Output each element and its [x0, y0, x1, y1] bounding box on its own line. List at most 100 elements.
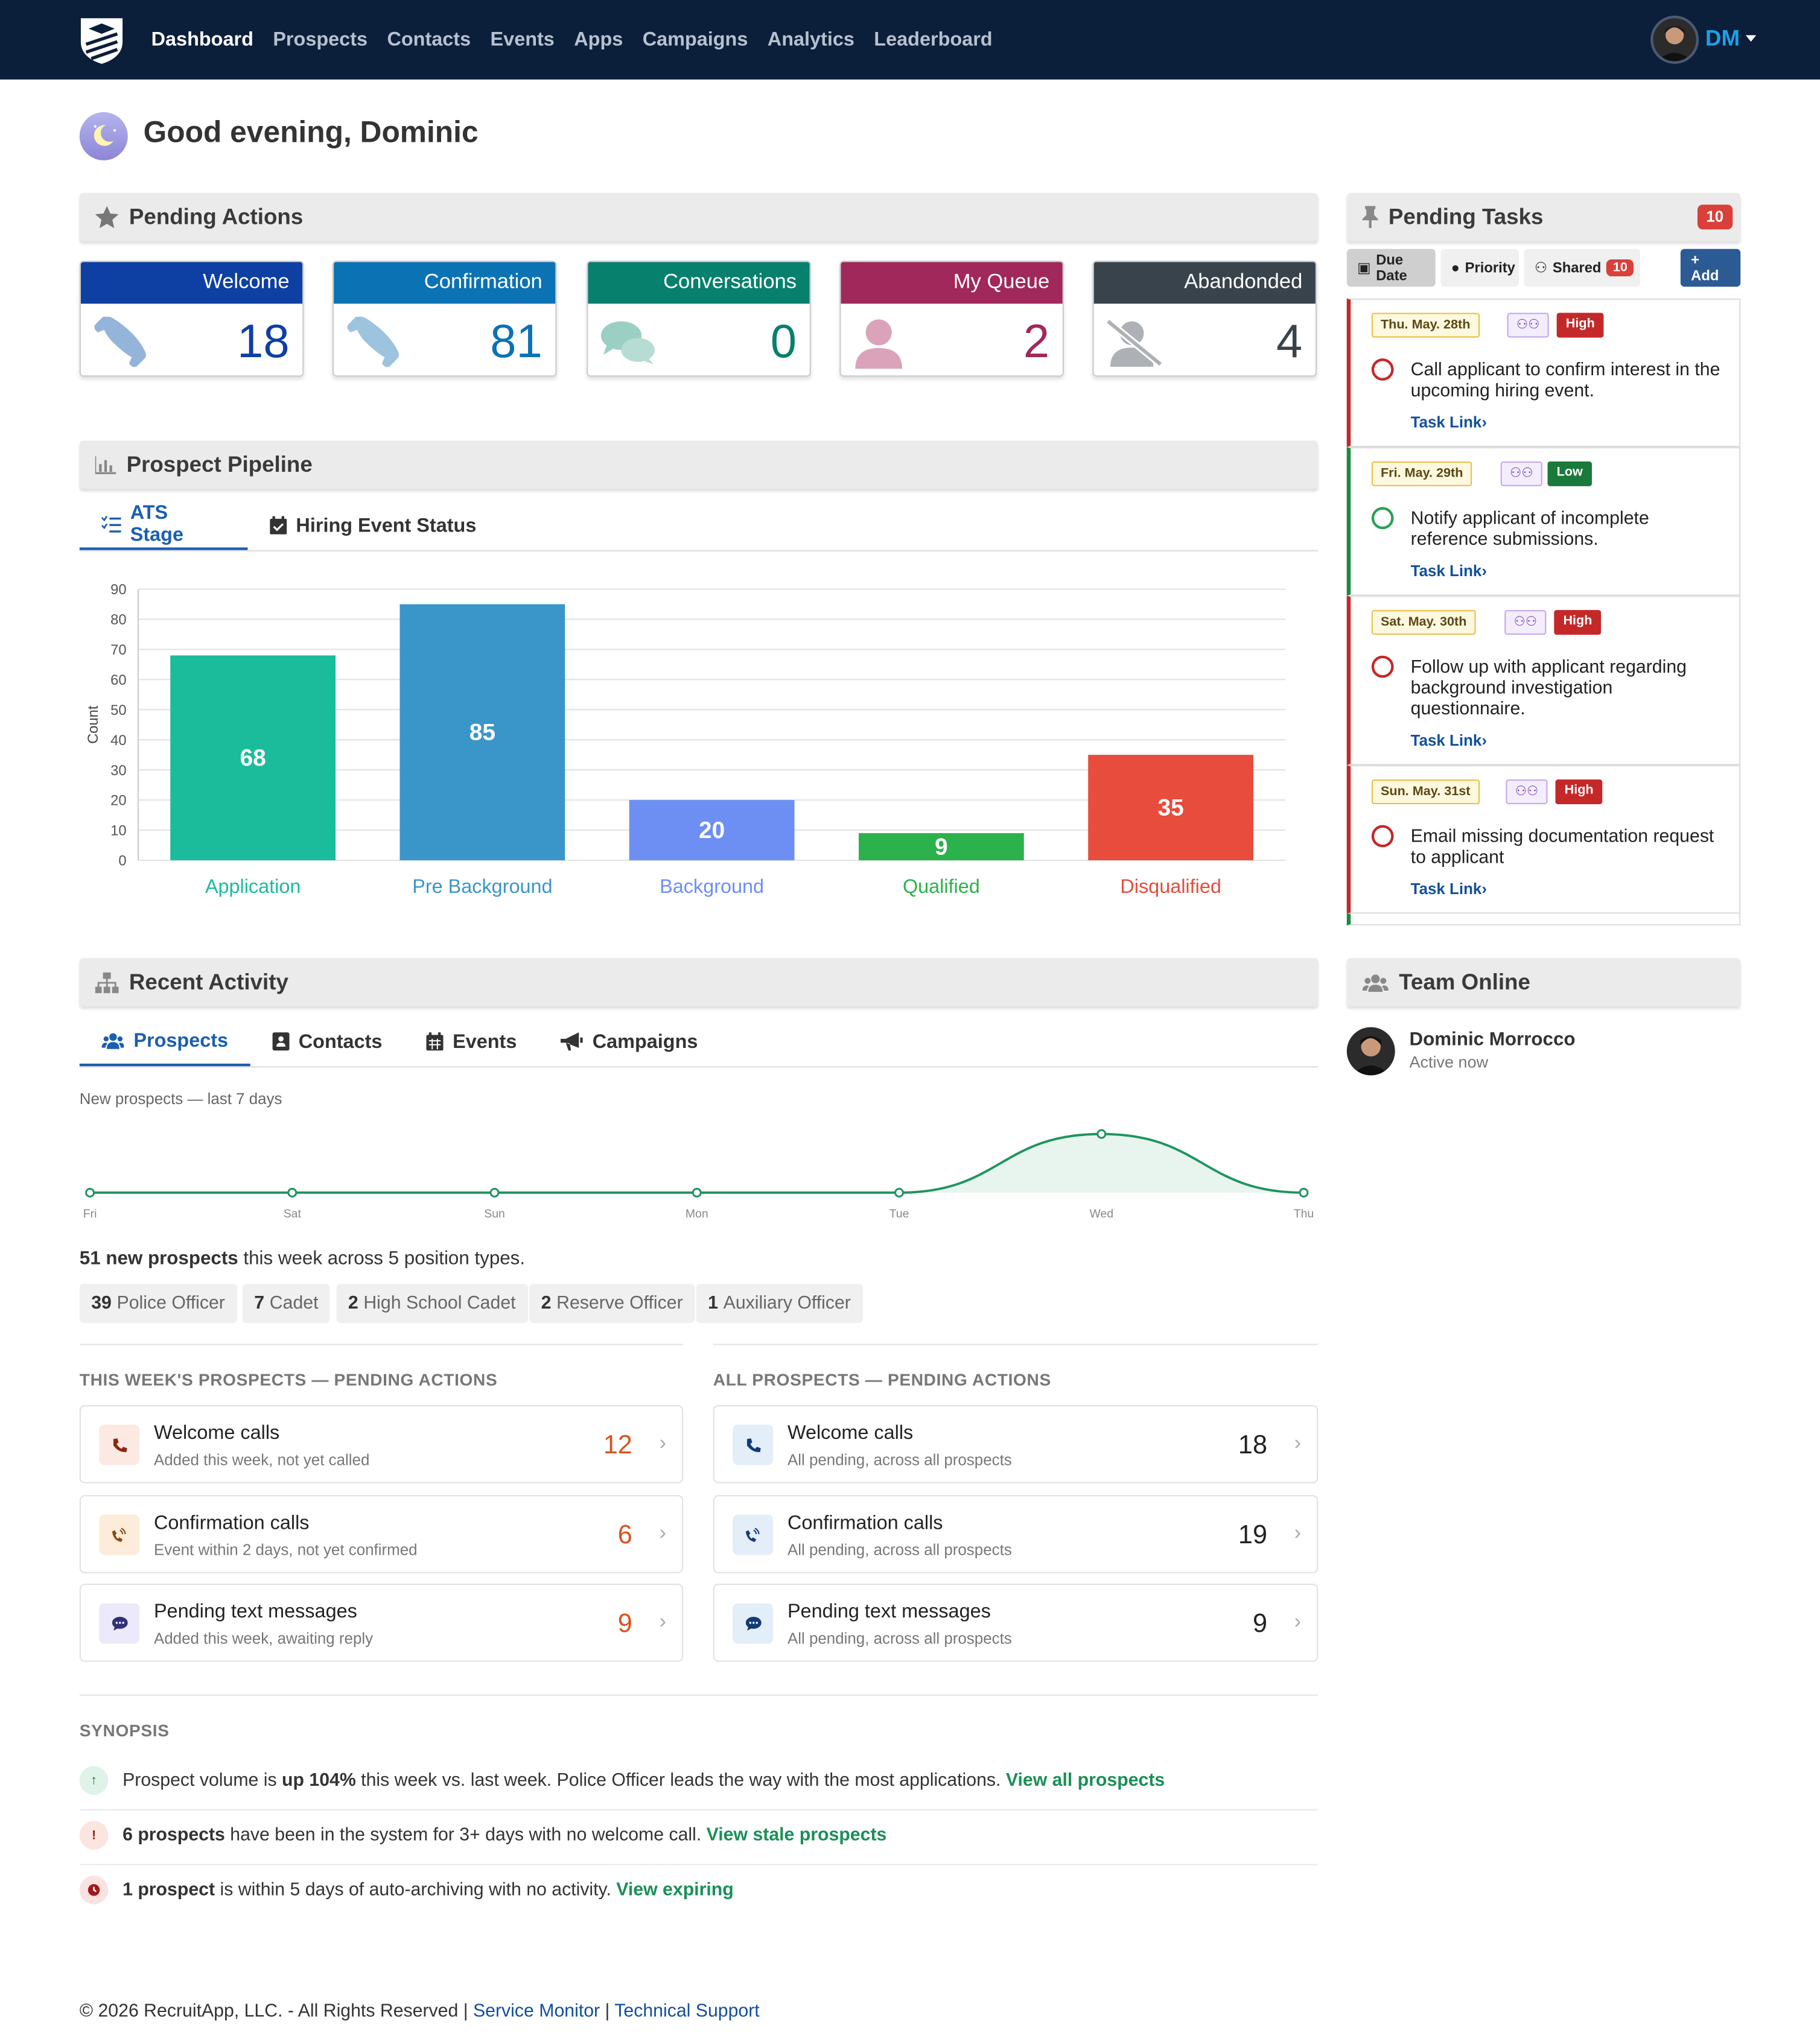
sort-due-date-button[interactable]: ▣ Due Date	[1346, 249, 1436, 287]
y-tick-label: 90	[110, 582, 126, 598]
all-pending-texts-row[interactable]: Pending text messages All pending, acros…	[713, 1584, 1319, 1662]
week-welcome-calls-row[interactable]: Welcome calls Added this week, not yet c…	[79, 1405, 684, 1484]
y-tick-label: 0	[118, 853, 126, 869]
row-title: Welcome calls	[787, 1422, 914, 1444]
kpi-value: 0	[770, 314, 797, 368]
x-tick-label: Pre Background	[412, 875, 552, 897]
task-link[interactable]: Task Link›	[1411, 562, 1487, 580]
position-pill[interactable]: 2 Reserve Officer	[529, 1284, 695, 1323]
position-pill[interactable]: 1 Auxiliary Officer	[696, 1284, 863, 1323]
all-welcome-calls-row[interactable]: Welcome calls All pending, across all pr…	[713, 1405, 1319, 1484]
tab-events[interactable]: Events	[404, 1017, 539, 1066]
star-icon	[95, 206, 119, 229]
tab-contacts[interactable]: Contacts	[250, 1017, 404, 1066]
pill-count: 2	[541, 1292, 552, 1313]
service-monitor-link[interactable]: Service Monitor	[473, 1999, 600, 2020]
user-initials[interactable]: DM	[1705, 26, 1740, 52]
task-link[interactable]: Task Link›	[1411, 880, 1487, 898]
tab-label: Contacts	[298, 1030, 383, 1053]
calendar-check-icon	[270, 516, 287, 535]
task-item[interactable]: Sat. May. 30th ⚇⚇ High Follow up with ap…	[1346, 595, 1741, 766]
shared-filter-button[interactable]: ⚇ Shared 10	[1524, 249, 1640, 287]
position-pill[interactable]: 39 Police Officer	[79, 1284, 237, 1323]
y-tick-label: 70	[110, 642, 126, 658]
sparkline-point	[1299, 1187, 1309, 1198]
pill-count: 39	[91, 1292, 112, 1313]
nav-dashboard[interactable]: Dashboard	[151, 29, 253, 51]
logo-icon[interactable]	[78, 16, 126, 65]
task-item[interactable]: Thu. May. 28th ⚇⚇ High Call applicant to…	[1346, 298, 1741, 448]
task-complete-checkbox[interactable]	[1371, 358, 1394, 381]
task-complete-checkbox[interactable]	[1371, 507, 1394, 530]
x-tick-label: Fri	[83, 1207, 97, 1220]
task-item[interactable]: Sun. May. 31st ⚇⚇ High Email missing doc…	[1346, 765, 1741, 914]
x-tick-label: Wed	[1089, 1207, 1113, 1220]
kpi-card-confirmation[interactable]: Confirmation 81	[332, 261, 557, 377]
task-link[interactable]: Task Link›	[1411, 413, 1487, 431]
nav-analytics[interactable]: Analytics	[768, 29, 854, 51]
kpi-value: 2	[1023, 314, 1050, 368]
kpi-card-welcome[interactable]: Welcome 18	[79, 261, 304, 377]
week-confirmation-calls-row[interactable]: Confirmation calls Event within 2 days, …	[79, 1495, 684, 1573]
sparkline-point	[287, 1187, 298, 1198]
technical-support-link[interactable]: Technical Support	[614, 1999, 759, 2020]
users-icon: ⚇⚇	[1507, 313, 1549, 338]
tab-campaigns[interactable]: Campaigns	[539, 1017, 720, 1066]
y-tick-label: 50	[110, 702, 126, 719]
kpi-card-my-queue[interactable]: My Queue 2	[839, 261, 1064, 377]
all-confirmation-calls-row[interactable]: Confirmation calls All pending, across a…	[713, 1495, 1319, 1573]
x-tick-label: Background	[660, 875, 764, 897]
row-subtitle: Added this week, not yet called	[153, 1450, 370, 1469]
tab-label: Prospects	[133, 1029, 229, 1052]
task-due-date: Fri. May. 29th	[1371, 461, 1472, 486]
nav-contacts[interactable]: Contacts	[387, 29, 471, 51]
sparkline-point	[1096, 1129, 1107, 1139]
nav-leaderboard[interactable]: Leaderboard	[874, 29, 992, 51]
kpi-card-abandoned[interactable]: Abandonded 4	[1092, 261, 1317, 377]
nav-prospects[interactable]: Prospects	[273, 29, 368, 51]
pill-count: 7	[254, 1292, 265, 1313]
task-link[interactable]: Task Link›	[1411, 731, 1487, 749]
sort-priority-button[interactable]: ● Priority	[1440, 249, 1519, 287]
view-all-prospects-link[interactable]: View all prospects	[1006, 1769, 1165, 1790]
exclamation-icon: !	[79, 1821, 109, 1850]
kpi-label: Abandonded	[1093, 262, 1316, 304]
nav-campaigns[interactable]: Campaigns	[643, 29, 748, 51]
team-member-name[interactable]: Dominic Morrocco	[1410, 1030, 1576, 1051]
phone-icon	[733, 1424, 774, 1465]
view-stale-prospects-link[interactable]: View stale prospects	[707, 1824, 887, 1845]
team-member-avatar[interactable]	[1346, 1027, 1395, 1076]
chevron-down-icon[interactable]	[1745, 35, 1757, 42]
users-icon: ⚇⚇	[1504, 610, 1547, 635]
add-task-button[interactable]: + Add	[1680, 249, 1741, 287]
nav-apps[interactable]: Apps	[574, 29, 623, 51]
task-complete-checkbox[interactable]	[1371, 825, 1394, 848]
nav-events[interactable]: Events	[491, 29, 555, 51]
section-title: Recent Activity	[129, 969, 288, 994]
pill-label: High School Cadet	[363, 1292, 516, 1313]
tab-ats-stage[interactable]: ATS Stage	[79, 501, 248, 550]
list-check-icon	[101, 515, 121, 532]
tab-hiring-event-status[interactable]: Hiring Event Status	[247, 501, 498, 550]
kpi-card-conversations[interactable]: Conversations 0	[587, 261, 811, 377]
tab-label: Hiring Event Status	[296, 514, 477, 537]
view-expiring-link[interactable]: View expiring	[616, 1878, 733, 1899]
synopsis-item: ! 6 prospects have been in the system fo…	[79, 1811, 1319, 1865]
user-avatar[interactable]	[1650, 15, 1699, 64]
y-tick-label: 80	[110, 612, 126, 628]
position-pill[interactable]: 7 Cadet	[242, 1284, 330, 1323]
greeting-title: Good evening, Dominic	[143, 115, 479, 149]
week-pending-texts-row[interactable]: Pending text messages Added this week, a…	[79, 1584, 684, 1662]
position-pill[interactable]: 2 High School Cadet	[336, 1284, 528, 1323]
exclamation-circle-icon: ●	[1451, 260, 1460, 276]
task-complete-checkbox[interactable]	[1371, 655, 1394, 678]
users-icon	[1362, 974, 1389, 992]
recent-activity-tabs: Prospects Contacts Events Campaigns	[79, 1017, 1319, 1068]
task-item[interactable]: Fri. May. 29th ⚇⚇ Low Notify applicant o…	[1346, 447, 1741, 596]
tab-prospects[interactable]: Prospects	[79, 1017, 250, 1067]
user-slash-icon	[1106, 318, 1163, 367]
button-label: Priority	[1465, 260, 1515, 276]
address-book-icon	[272, 1032, 290, 1051]
summary-bold: 51 new prospects	[79, 1248, 238, 1270]
pill-label: Auxiliary Officer	[723, 1292, 851, 1313]
